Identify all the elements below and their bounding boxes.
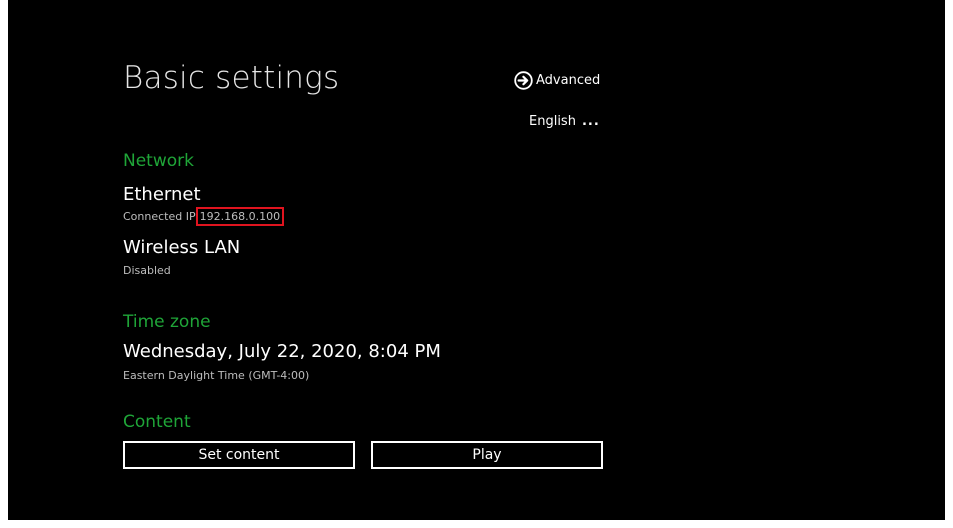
language-more-icon: ... xyxy=(581,114,600,129)
wireless-lan-item[interactable]: Wireless LAN xyxy=(123,237,240,258)
advanced-label: Advanced xyxy=(536,73,601,88)
timezone-name: Eastern Daylight Time (GMT-4:00) xyxy=(123,369,310,382)
advanced-link[interactable]: Advanced xyxy=(514,71,600,90)
play-button[interactable]: Play xyxy=(371,441,603,469)
wireless-lan-status: Disabled xyxy=(123,264,171,277)
arrow-right-circle-icon xyxy=(514,71,533,90)
ethernet-item[interactable]: Ethernet xyxy=(123,184,201,205)
settings-screen: Basic settings Advanced English... Netwo… xyxy=(8,0,945,520)
page-title: Basic settings xyxy=(123,60,340,96)
ethernet-status-label: Connected IP xyxy=(123,210,196,223)
datetime-display[interactable]: Wednesday, July 22, 2020, 8:04 PM xyxy=(123,341,441,362)
network-section-title: Network xyxy=(123,151,194,171)
content-section-title: Content xyxy=(123,412,191,432)
language-label: English xyxy=(529,114,576,129)
set-content-button[interactable]: Set content xyxy=(123,441,355,469)
timezone-section-title: Time zone xyxy=(123,312,211,332)
ip-address: 192.168.0.100 xyxy=(199,210,281,223)
ethernet-status: Connected IP 192.168.0.100 xyxy=(123,207,285,226)
ip-address-highlight: 192.168.0.100 xyxy=(195,207,285,226)
language-selector[interactable]: English... xyxy=(529,114,600,129)
